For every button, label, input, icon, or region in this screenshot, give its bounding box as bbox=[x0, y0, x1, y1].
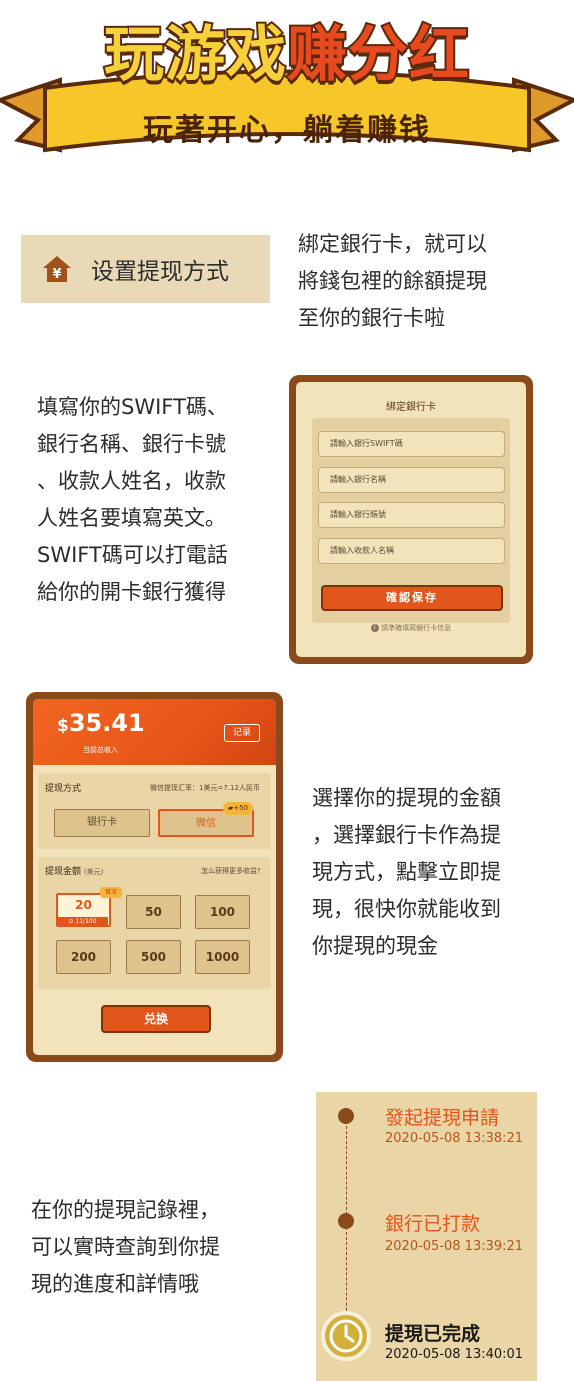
exchange-button[interactable]: 兑换 bbox=[101, 1005, 211, 1033]
amount-option-50[interactable]: 50 bbox=[126, 895, 181, 929]
timeline-step-title: 提現已完成 bbox=[385, 1323, 481, 1345]
timeline-step-time: 2020-05-08 13:39:21 bbox=[385, 1239, 524, 1254]
section1-description: 綁定銀行卡，就可以 將錢包裡的餘額提現 至你的銀行卡啦 bbox=[298, 226, 487, 337]
text-line: ，選擇銀行卡作為提 bbox=[312, 823, 501, 847]
amount-option-100[interactable]: 100 bbox=[195, 895, 250, 929]
timeline-step-time: 2020-05-08 13:40:01 bbox=[385, 1347, 524, 1362]
svg-text:¥: ¥ bbox=[52, 267, 61, 282]
text-line: 至你的銀行卡啦 bbox=[298, 306, 445, 330]
bonus-value: +50 bbox=[233, 804, 249, 812]
section4-description: 在你的提現記錄裡， 可以實時查詢到你提 現的進度和詳情哦 bbox=[31, 1192, 220, 1303]
timeline-dot bbox=[338, 1108, 354, 1124]
timeline-step-title: 銀行已打款 bbox=[385, 1213, 481, 1235]
section2-description: 填寫你的SWIFT碼、 銀行名稱、銀行卡號 、收款人姓名，收款 人姓名要填寫英文… bbox=[37, 389, 228, 611]
amount-unit: (美元) bbox=[83, 868, 104, 876]
amount-option-500[interactable]: 500 bbox=[126, 940, 181, 974]
info-icon: i bbox=[370, 624, 379, 632]
amount-section-label: 提现金额 (美元) bbox=[45, 864, 103, 877]
text-line: 現方式，點擊立即提 bbox=[312, 860, 501, 884]
help-link[interactable]: 怎么获得更多收益? bbox=[201, 866, 261, 876]
currency-symbol: $ bbox=[57, 716, 69, 736]
method-label: 提现方式 bbox=[45, 784, 82, 794]
timeline-dot bbox=[338, 1213, 354, 1229]
progress-value: 11/100 bbox=[75, 918, 97, 925]
first-progress: ⊙ 11/100 bbox=[57, 917, 108, 927]
clock-icon: ⊙ bbox=[68, 918, 74, 925]
title-part2: 赚分红 bbox=[285, 18, 471, 92]
bank-name-input[interactable]: 請輸入銀行名稱 bbox=[318, 467, 505, 493]
clock-icon bbox=[321, 1311, 371, 1361]
text-line: 綁定銀行卡，就可以 bbox=[298, 232, 487, 256]
withdraw-panel: $35.41 当前总收入 记录 提现方式 微信提现汇率：1美元=7.12人民币 … bbox=[33, 699, 276, 1055]
clock-hands bbox=[329, 1319, 363, 1353]
bank-account-input[interactable]: 請輸入銀行賬號 bbox=[318, 502, 505, 528]
page-subtitle: 玩著开心，躺着赚钱 bbox=[143, 113, 431, 148]
exchange-rate-text: 微信提现汇率：1美元=7.12人民币 bbox=[150, 784, 260, 792]
bind-card-screenshot: 綁定銀行卡 請輸入銀行SWIFT碼 請輸入銀行名稱 請輸入銀行賬號 請輸入收款人… bbox=[289, 375, 533, 664]
amount-label-text: 提现金额 bbox=[45, 867, 82, 877]
setup-withdraw-method-button[interactable]: ¥ 设置提现方式 bbox=[21, 235, 270, 303]
wechat-bonus-badge: ▰+50 bbox=[223, 802, 253, 815]
title-part1: 玩游戏 bbox=[102, 18, 288, 92]
bind-card-hint: i 請準確填寫銀行卡信息 bbox=[296, 623, 526, 633]
text-line: 給你的開卡銀行獲得 bbox=[37, 580, 226, 604]
text-line: 你提現的現金 bbox=[312, 934, 438, 958]
text-line: 填寫你的SWIFT碼、 bbox=[37, 395, 228, 419]
amount-option-1000[interactable]: 1000 bbox=[195, 940, 250, 974]
balance-value: 35.41 bbox=[68, 709, 145, 737]
header-banner: 玩游戏赚分红 玩著开心，躺着赚钱 bbox=[0, 0, 574, 175]
first-time-badge: 首次 bbox=[100, 887, 122, 898]
timeline-step-time: 2020-05-08 13:38:21 bbox=[385, 1131, 524, 1146]
bind-card-panel: 綁定銀行卡 請輸入銀行SWIFT碼 請輸入銀行名稱 請輸入銀行賬號 請輸入收款人… bbox=[296, 382, 526, 657]
timeline-step-title: 發起提現申請 bbox=[385, 1107, 500, 1129]
method-bank-card[interactable]: 银行卡 bbox=[54, 809, 150, 837]
yen-house-icon: ¥ bbox=[43, 256, 71, 282]
text-line: 選擇你的提現的金額 bbox=[312, 786, 501, 810]
balance-label: 当前总收入 bbox=[83, 746, 118, 754]
option-value: 20 bbox=[75, 898, 92, 912]
text-line: 銀行名稱、銀行卡號 bbox=[37, 432, 226, 456]
swift-code-input[interactable]: 請輸入銀行SWIFT碼 bbox=[318, 431, 505, 457]
text-line: 、收款人姓名，收款 bbox=[37, 469, 226, 493]
text-line: 人姓名要填寫英文。 bbox=[37, 506, 226, 530]
text-line: 現，很快你就能收到 bbox=[312, 897, 501, 921]
section3-description: 選擇你的提現的金額 ，選擇銀行卡作為提 現方式，點擊立即提 現，很快你就能收到 … bbox=[312, 780, 501, 965]
withdraw-timeline: 發起提現申請 2020-05-08 13:38:21 銀行已打款 2020-05… bbox=[316, 1092, 537, 1381]
withdraw-screenshot: $35.41 当前总收入 记录 提现方式 微信提现汇率：1美元=7.12人民币 … bbox=[26, 692, 283, 1062]
bind-card-title: 綁定銀行卡 bbox=[386, 402, 436, 413]
amount-option-200[interactable]: 200 bbox=[56, 940, 111, 974]
page-title: 玩游戏赚分红 bbox=[0, 6, 574, 93]
text-line: SWIFT碼可以打電話 bbox=[37, 543, 228, 567]
hint-text: 請準確填寫銀行卡信息 bbox=[381, 624, 452, 632]
text-line: 現的進度和詳情哦 bbox=[31, 1272, 199, 1296]
text-line: 在你的提現記錄裡， bbox=[31, 1198, 220, 1222]
setup-button-label: 设置提现方式 bbox=[91, 259, 229, 285]
text-line: 將錢包裡的餘額提現 bbox=[298, 269, 487, 293]
confirm-save-button[interactable]: 確認保存 bbox=[321, 585, 503, 611]
text-line: 可以實時查詢到你提 bbox=[31, 1235, 220, 1259]
record-button[interactable]: 记录 bbox=[224, 724, 260, 742]
balance-amount: $35.41 bbox=[57, 709, 145, 737]
payee-name-input[interactable]: 請輸入收款人名稱 bbox=[318, 538, 505, 564]
